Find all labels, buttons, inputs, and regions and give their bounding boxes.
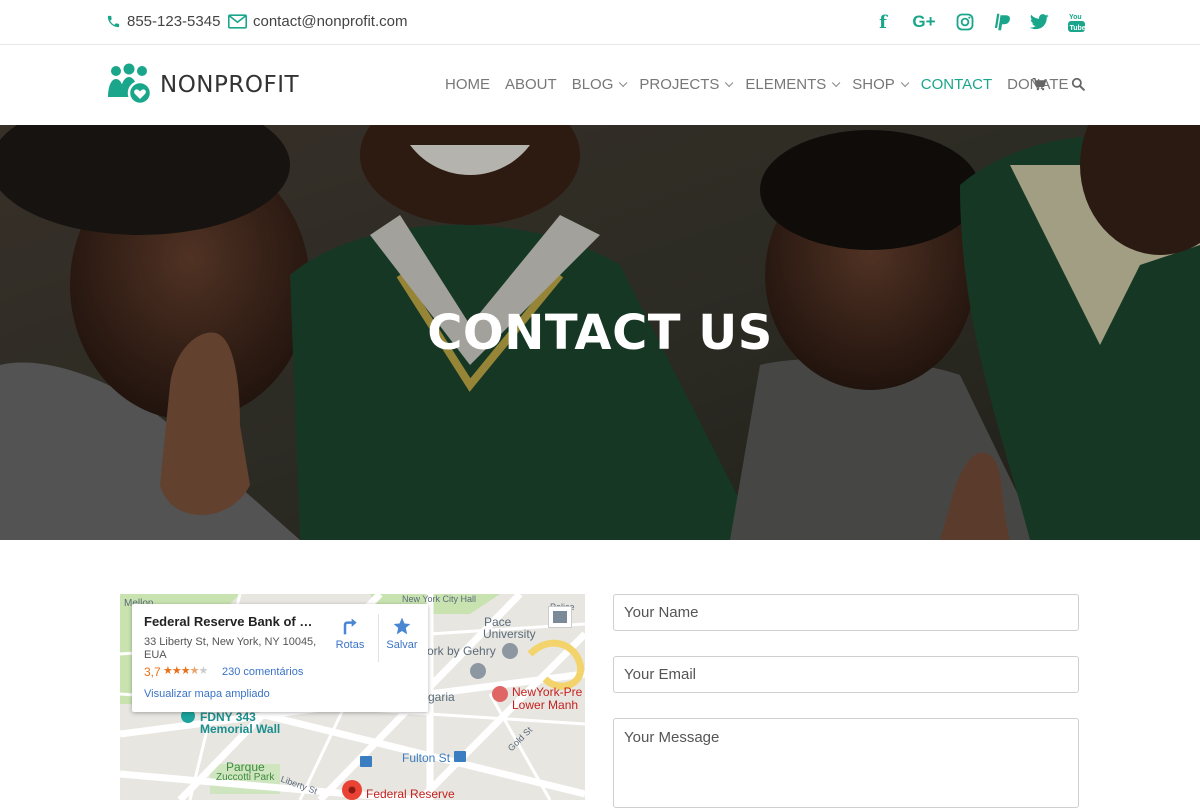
rating-value: 3,7 — [144, 665, 161, 679]
nav-label: BLOG — [571, 76, 614, 93]
directions-icon — [343, 618, 357, 635]
nav-item-blog[interactable]: BLOG — [571, 76, 628, 93]
map-label-university: University — [483, 627, 536, 641]
map-label-city-hall: New York City Hall — [402, 594, 477, 604]
svg-text:You: You — [1069, 14, 1082, 21]
email-field-wrapper — [613, 656, 1079, 693]
star-icon — [393, 617, 411, 635]
email-address: contact@nonprofit.com — [253, 13, 408, 30]
google-plus-icon[interactable]: G+ — [910, 11, 938, 33]
directions-label: Rotas — [335, 639, 365, 651]
main-header: NONPROFIT HOME ABOUT BLOG PROJECTS ELEME… — [0, 45, 1200, 125]
chevron-down-icon — [900, 78, 910, 87]
nonprofit-logo-icon — [108, 63, 152, 106]
nav-item-about[interactable]: ABOUT — [505, 76, 557, 93]
save-label: Salvar — [386, 639, 418, 651]
name-field-wrapper — [613, 594, 1079, 631]
message-field-wrapper — [613, 718, 1079, 808]
message-input[interactable] — [614, 719, 1078, 807]
rating-stars: ★★★★★ — [163, 665, 208, 677]
view-larger-map-link[interactable]: Visualizar mapa ampliado — [144, 688, 270, 700]
page-title: CONTACT US — [427, 305, 773, 361]
phone-number: 855-123-5345 — [127, 13, 221, 30]
hero-banner: CONTACT US — [0, 125, 1200, 540]
instagram-icon[interactable] — [955, 11, 975, 33]
place-address: 33 Liberty St, New York, NY 10045, EUA — [144, 636, 320, 662]
search-icon — [1071, 77, 1085, 91]
chevron-down-icon — [619, 78, 628, 87]
nav-item-shop[interactable]: SHOP — [852, 76, 910, 93]
nav-label: PROJECTS — [639, 76, 720, 93]
nav-item-home[interactable]: HOME — [445, 76, 490, 93]
email-input[interactable] — [614, 657, 1078, 692]
chevron-down-icon — [832, 78, 841, 87]
card-divider — [378, 614, 379, 662]
phone-contact[interactable]: 855-123-5345 — [106, 13, 220, 30]
save-place-button[interactable]: Salvar — [382, 616, 422, 651]
search-button[interactable] — [1071, 77, 1085, 96]
top-bar: 855-123-5345 contact@nonprofit.com f G+ … — [0, 0, 1200, 45]
name-input[interactable] — [614, 595, 1078, 630]
nav-label: ELEMENTS — [745, 76, 827, 93]
place-name[interactable]: Federal Reserve Bank of New ... — [144, 614, 320, 629]
cart-icon — [1032, 77, 1047, 91]
twitter-icon[interactable] — [1029, 11, 1049, 33]
svg-text:Tube: Tube — [1069, 25, 1085, 32]
phone-icon — [107, 15, 120, 28]
facebook-icon[interactable]: f — [873, 11, 893, 33]
map-label-fulton: Fulton St — [402, 751, 451, 765]
email-contact[interactable]: contact@nonprofit.com — [228, 13, 407, 30]
nav-label: CONTACT — [920, 76, 993, 93]
map-label-gehry: ork by Gehry — [427, 644, 496, 658]
place-info-card: Federal Reserve Bank of New ... 33 Liber… — [132, 604, 428, 712]
paypal-icon[interactable] — [992, 11, 1012, 33]
nav-label: SHOP — [852, 76, 895, 93]
envelope-icon — [228, 14, 247, 29]
map-label-hospital: NewYork-Pre — [512, 685, 583, 699]
address-line: 33 Liberty St, New York, NY 10045, — [144, 636, 317, 648]
map-label-federal-reserve: Federal Reserve — [366, 787, 455, 800]
logo[interactable]: NONPROFIT — [106, 63, 299, 107]
main-nav: HOME ABOUT BLOG PROJECTS ELEMENTS SHOP C… — [445, 76, 1084, 93]
social-links: f G+ You Tube — [873, 11, 1086, 33]
map-label-zuccotti: Zuccotti Park — [216, 772, 275, 783]
google-map[interactable]: Pace University ork by Gehry NewYork-Pre… — [120, 594, 585, 800]
chevron-down-icon — [725, 78, 734, 87]
youtube-icon[interactable]: You Tube — [1066, 11, 1086, 33]
nav-item-contact[interactable]: CONTACT — [921, 76, 992, 93]
map-label-memorial-wall: Memorial Wall — [200, 722, 281, 736]
nav-item-elements[interactable]: ELEMENTS — [745, 76, 841, 93]
nav-label: ABOUT — [505, 76, 557, 93]
address-country: EUA — [144, 649, 167, 661]
reviews-link[interactable]: 230 comentários — [222, 666, 303, 678]
map-label-garia: garia — [428, 690, 455, 704]
nav-label: HOME — [445, 76, 490, 93]
nav-item-projects[interactable]: PROJECTS — [639, 76, 734, 93]
directions-button[interactable]: Rotas — [330, 616, 370, 651]
street-view-thumbnail[interactable] — [548, 606, 572, 628]
cart-button[interactable] — [1032, 77, 1047, 96]
map-label-hospital-2: Lower Manh — [512, 698, 579, 712]
brand-name: NONPROFIT — [160, 72, 300, 98]
